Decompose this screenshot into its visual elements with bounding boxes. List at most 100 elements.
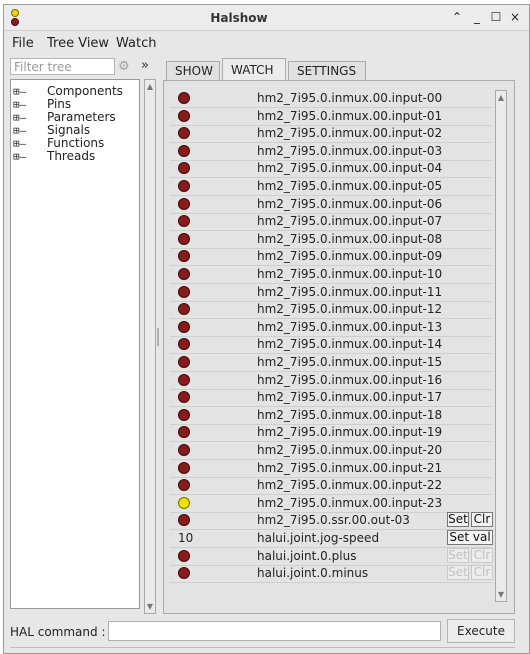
watch-pin-label: hm2_7i95.0.inmux.00.input-10 (257, 267, 443, 281)
clear-button[interactable]: Clr (471, 512, 493, 528)
watch-row: hm2_7i95.0.inmux.00.input-01 (170, 108, 492, 126)
scroll-down-icon[interactable]: ▼ (496, 589, 506, 600)
watch-row: halui.joint.0.minus Set Clr (170, 565, 493, 584)
watch-row: hm2_7i95.0.ssr.00.out-03 Set Clr (170, 512, 493, 531)
tree-item-threads[interactable]: ⊞— Threads (13, 149, 96, 164)
set-button: Set (447, 547, 469, 563)
tree-item-label: Parameters (47, 110, 116, 124)
watch-scrollbar[interactable]: ▲ ▼ (495, 90, 507, 602)
watch-pin-label: hm2_7i95.0.inmux.00.input-08 (257, 231, 443, 246)
watch-pin-label: hm2_7i95.0.inmux.00.input-12 (257, 302, 443, 317)
watch-pin-label: hm2_7i95.0.inmux.00.input-14 (257, 337, 443, 352)
watch-pin-label: hm2_7i95.0.inmux.00.input-18 (257, 407, 443, 422)
filter-tree-input[interactable] (10, 58, 115, 75)
collapse-icon[interactable]: ⌃ (448, 8, 466, 26)
watch-pin-label: halui.joint.jog-speed (257, 531, 380, 545)
led-indicator-icon (178, 268, 190, 280)
bottom-divider (10, 647, 515, 648)
expand-plus-icon[interactable]: ⊞— (13, 111, 47, 124)
close-icon[interactable]: × (506, 8, 524, 26)
scroll-up-icon[interactable]: ▲ (145, 81, 155, 92)
led-indicator-icon (178, 232, 190, 245)
watch-pin-label: halui.joint.0.plus (257, 548, 357, 563)
watch-row: hm2_7i95.0.inmux.00.input-15 (170, 354, 492, 372)
watch-pin-label: hm2_7i95.0.inmux.00.input-00 (257, 91, 443, 105)
window-title: Halshow (210, 11, 268, 25)
hal-tree[interactable]: ⊞— Components ⊞— Pins ⊞— Parameters ⊞— Signa… (10, 79, 140, 609)
watch-row: hm2_7i95.0.inmux.00.input-00 (170, 90, 492, 108)
watch-row: hm2_7i95.0.inmux.00.input-06 (170, 196, 492, 214)
expand-chevron-icon[interactable]: » (141, 58, 149, 73)
watch-pin-label: hm2_7i95.0.inmux.00.input-06 (257, 196, 443, 211)
expand-plus-icon[interactable]: ⊞— (13, 85, 47, 98)
watch-row: hm2_7i95.0.inmux.00.input-04 (170, 160, 492, 179)
watch-row: hm2_7i95.0.inmux.00.input-22 (170, 477, 492, 496)
watch-value: 10 (178, 531, 194, 545)
watch-row: hm2_7i95.0.inmux.00.input-10 (170, 266, 492, 284)
menu-bar: File Tree View Watch (4, 31, 529, 55)
pane-splitter[interactable] (157, 328, 159, 346)
title-bar[interactable]: Halshow ⌃ _ ☐ × (4, 5, 529, 31)
expand-plus-icon[interactable]: ⊞— (13, 124, 47, 137)
watch-pin-label: halui.joint.0.minus (257, 566, 369, 581)
watch-row: hm2_7i95.0.inmux.00.input-20 (170, 442, 492, 460)
tab-watch[interactable]: WATCH (222, 58, 286, 81)
led-indicator-icon (178, 567, 190, 580)
tab-show[interactable]: SHOW (166, 61, 220, 80)
led-indicator-icon (178, 250, 190, 263)
led-indicator-icon (178, 549, 190, 562)
expand-plus-icon[interactable]: ⊞— (13, 150, 47, 163)
scroll-up-icon[interactable]: ▲ (496, 92, 506, 103)
watch-row: hm2_7i95.0.inmux.00.input-05 (170, 178, 492, 196)
tree-scrollbar[interactable]: ▲ ▼ (144, 79, 156, 614)
tree-item-label: Pins (47, 97, 72, 111)
clear-button: Clr (471, 565, 493, 581)
set-button: Set (447, 565, 469, 581)
watch-row: hm2_7i95.0.inmux.00.input-11 (170, 284, 492, 302)
expand-plus-icon[interactable]: ⊞— (13, 137, 47, 150)
menu-file[interactable]: File (12, 36, 34, 51)
led-indicator-icon (178, 338, 190, 351)
led-indicator-icon (178, 373, 190, 386)
led-indicator-icon (178, 109, 190, 122)
maximize-icon[interactable]: ☐ (487, 8, 505, 26)
led-indicator-icon (178, 144, 190, 157)
clear-button: Clr (471, 547, 493, 563)
watch-row: hm2_7i95.0.inmux.00.input-18 (170, 407, 492, 425)
watch-row: hm2_7i95.0.inmux.00.input-08 (170, 231, 492, 249)
menu-tree-view[interactable]: Tree View (47, 36, 109, 51)
led-indicator-icon (178, 197, 190, 210)
watch-list: hm2_7i95.0.inmux.00.input-00 hm2_7i95.0.i… (170, 90, 493, 590)
minimize-icon[interactable]: _ (468, 8, 486, 26)
watch-pin-label: hm2_7i95.0.inmux.00.input-01 (257, 108, 443, 123)
execute-button[interactable]: Execute (447, 619, 515, 643)
set-val-button[interactable]: Set val (447, 530, 493, 545)
menu-watch[interactable]: Watch (116, 36, 156, 51)
watch-row: hm2_7i95.0.inmux.00.input-17 (170, 389, 492, 408)
led-indicator-icon (178, 408, 190, 421)
watch-pin-label: hm2_7i95.0.inmux.00.input-13 (257, 319, 443, 334)
hal-command-label: HAL command : (10, 625, 106, 639)
hal-command-input[interactable] (108, 621, 441, 641)
watch-pin-label: hm2_7i95.0.inmux.00.input-19 (257, 425, 443, 440)
watch-pin-label: hm2_7i95.0.inmux.00.input-23 (257, 495, 443, 510)
expand-plus-icon[interactable]: ⊞— (13, 98, 47, 111)
tree-item-label: Components (47, 84, 123, 98)
led-indicator-icon (178, 127, 190, 140)
led-indicator-icon (178, 514, 190, 527)
tab-settings[interactable]: SETTINGS (288, 61, 366, 80)
watch-pin-label: hm2_7i95.0.inmux.00.input-04 (257, 161, 443, 176)
led-indicator-icon (178, 162, 190, 175)
watch-row: hm2_7i95.0.inmux.00.input-14 (170, 336, 492, 355)
watch-pin-label: hm2_7i95.0.inmux.00.input-11 (257, 284, 443, 299)
set-button[interactable]: Set (447, 512, 469, 528)
scroll-down-icon[interactable]: ▼ (145, 601, 155, 612)
tree-item-label: Threads (47, 149, 96, 163)
watch-row: hm2_7i95.0.inmux.00.input-03 (170, 143, 492, 161)
led-indicator-icon (178, 320, 190, 333)
led-indicator-icon (178, 461, 190, 474)
led-indicator-icon (178, 496, 190, 509)
gear-icon[interactable]: ⚙ (118, 59, 130, 74)
led-indicator-icon (178, 479, 190, 492)
watch-row: 10 halui.joint.jog-speed Set val (170, 530, 493, 548)
